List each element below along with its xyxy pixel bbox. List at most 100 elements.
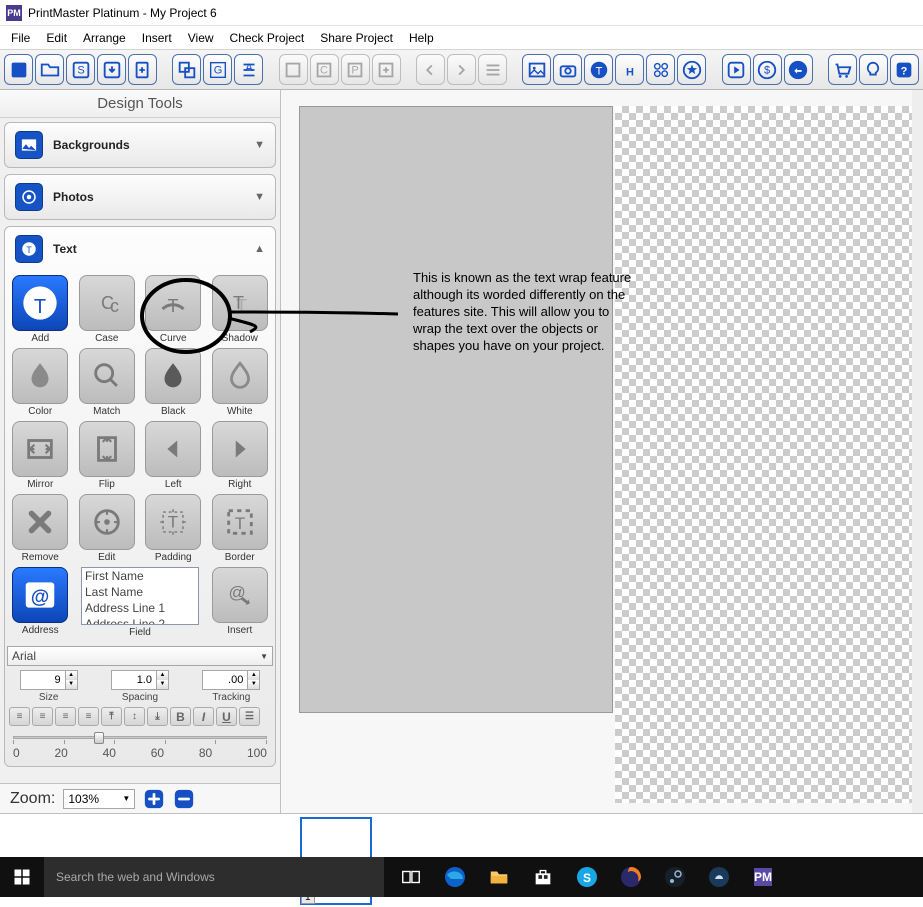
menu-arrange[interactable]: Arrange — [76, 28, 133, 48]
toolbar-idea-icon[interactable] — [859, 54, 888, 85]
spacing-value[interactable] — [112, 674, 156, 686]
valign-bottom-icon[interactable]: ⤓ — [147, 707, 168, 726]
toolbar-copy-icon[interactable]: C — [310, 54, 339, 85]
tool-edit[interactable]: Edit — [76, 494, 139, 563]
toolbar-text-circle-icon[interactable]: T — [584, 54, 613, 85]
spin-down-icon[interactable]: ▼ — [65, 680, 77, 689]
printmaster-taskbar-icon[interactable]: PM — [750, 864, 776, 890]
app-icon[interactable] — [706, 864, 732, 890]
menu-edit[interactable]: Edit — [39, 28, 74, 48]
zoom-in-button[interactable] — [143, 788, 165, 810]
tool-match[interactable]: Match — [76, 348, 139, 417]
spacing-input[interactable]: ▲▼ — [111, 670, 169, 690]
canvas-page[interactable]: This is known as the text wrap feature a… — [299, 106, 613, 713]
menu-file[interactable]: File — [4, 28, 37, 48]
toolbar-add-page-icon[interactable] — [128, 54, 157, 85]
tracking-value[interactable] — [203, 674, 247, 686]
toolbar-open-icon[interactable] — [35, 54, 64, 85]
size-value[interactable] — [21, 674, 65, 686]
spin-up-icon[interactable]: ▲ — [247, 671, 259, 680]
field-list[interactable]: First Name Last Name Address Line 1 Addr… — [81, 567, 199, 625]
toolbar-paste-plus-icon[interactable] — [372, 54, 401, 85]
steam-icon[interactable] — [662, 864, 688, 890]
tool-white[interactable]: White — [209, 348, 272, 417]
menu-check-project[interactable]: Check Project — [223, 28, 312, 48]
start-button[interactable] — [0, 857, 44, 897]
field-item[interactable]: Address Line 1 — [82, 600, 198, 616]
tool-remove[interactable]: Remove — [9, 494, 72, 563]
spin-up-icon[interactable]: ▲ — [65, 671, 77, 680]
skype-icon[interactable]: S — [574, 864, 600, 890]
tool-color[interactable]: Color — [9, 348, 72, 417]
sidebar-scroll[interactable]: Backgrounds ▼ Photos ▼ T Text ▲ TAd — [0, 118, 280, 783]
toolbar-shapes-icon[interactable] — [646, 54, 675, 85]
toolbar-save-icon[interactable]: S — [66, 54, 95, 85]
tracking-input[interactable]: ▲▼ — [202, 670, 260, 690]
toolbar-headline-icon[interactable]: H — [615, 54, 644, 85]
tool-address[interactable]: @Address — [9, 567, 72, 638]
tool-shadow[interactable]: TTShadow — [209, 275, 272, 344]
tool-mirror[interactable]: Mirror — [9, 421, 72, 490]
taskbar-search[interactable]: Search the web and Windows — [44, 857, 384, 897]
font-select[interactable]: Arial▼ — [7, 646, 273, 666]
align-center-icon[interactable]: ≡ — [32, 707, 53, 726]
toolbar-grid-icon[interactable]: G — [203, 54, 232, 85]
canvas-area[interactable]: This is known as the text wrap feature a… — [281, 90, 923, 813]
zoom-select[interactable]: 103%▼ — [63, 789, 135, 809]
toolbar-price-icon[interactable]: $ — [753, 54, 782, 85]
opacity-slider[interactable]: 0 20 40 60 80 100 — [13, 732, 267, 760]
toolbar-share-icon[interactable] — [784, 54, 813, 85]
panel-text-header[interactable]: T Text ▲ — [5, 227, 275, 271]
align-justify-icon[interactable]: ≡ — [78, 707, 99, 726]
tool-black[interactable]: Black — [142, 348, 205, 417]
menu-share-project[interactable]: Share Project — [313, 28, 400, 48]
tool-border[interactable]: TBorder — [209, 494, 272, 563]
firefox-icon[interactable] — [618, 864, 644, 890]
tool-add[interactable]: TAdd — [9, 275, 72, 344]
field-item[interactable]: Address Line 2 — [82, 616, 198, 625]
underline-icon[interactable]: U — [216, 707, 237, 726]
zoom-out-button[interactable] — [173, 788, 195, 810]
tool-insert[interactable]: @Insert — [209, 567, 272, 638]
toolbar-star-icon[interactable] — [677, 54, 706, 85]
tool-padding[interactable]: TPadding — [142, 494, 205, 563]
toolbar-image-icon[interactable] — [522, 54, 551, 85]
toolbar-export-icon[interactable] — [97, 54, 126, 85]
field-item[interactable]: Last Name — [82, 584, 198, 600]
size-input[interactable]: ▲▼ — [20, 670, 78, 690]
spin-down-icon[interactable]: ▼ — [156, 680, 168, 689]
store-icon[interactable] — [530, 864, 556, 890]
menu-view[interactable]: View — [181, 28, 221, 48]
panel-backgrounds-header[interactable]: Backgrounds ▼ — [5, 123, 275, 167]
toolbar-play-icon[interactable] — [722, 54, 751, 85]
toolbar-list-icon[interactable] — [478, 54, 507, 85]
vertical-scrollbar[interactable] — [912, 90, 923, 813]
toolbar-paste-icon[interactable]: P — [341, 54, 370, 85]
tool-flip[interactable]: Flip — [76, 421, 139, 490]
align-left-icon[interactable]: ≡ — [9, 707, 30, 726]
tool-left[interactable]: Left — [142, 421, 205, 490]
toolbar-redo-icon[interactable] — [447, 54, 476, 85]
spin-up-icon[interactable]: ▲ — [156, 671, 168, 680]
bullets-icon[interactable]: ☰ — [239, 707, 260, 726]
toolbar-cut-icon[interactable] — [279, 54, 308, 85]
tool-case[interactable]: CcCase — [76, 275, 139, 344]
field-item[interactable]: First Name — [82, 568, 198, 584]
toolbar-help-icon[interactable]: ? — [890, 54, 919, 85]
menu-help[interactable]: Help — [402, 28, 441, 48]
align-right-icon[interactable]: ≡ — [55, 707, 76, 726]
panel-photos-header[interactable]: Photos ▼ — [5, 175, 275, 219]
toolbar-align-icon[interactable]: A — [234, 54, 263, 85]
toolbar-layers-icon[interactable] — [172, 54, 201, 85]
toolbar-undo-icon[interactable] — [416, 54, 445, 85]
tool-right[interactable]: Right — [209, 421, 272, 490]
task-view-icon[interactable] — [398, 864, 424, 890]
valign-top-icon[interactable]: ⤒ — [101, 707, 122, 726]
menu-insert[interactable]: Insert — [135, 28, 179, 48]
toolbar-cart-icon[interactable] — [828, 54, 857, 85]
valign-middle-icon[interactable]: ↕ — [124, 707, 145, 726]
toolbar-camera-icon[interactable] — [553, 54, 582, 85]
italic-icon[interactable]: I — [193, 707, 214, 726]
bold-icon[interactable]: B — [170, 707, 191, 726]
file-explorer-icon[interactable] — [486, 864, 512, 890]
